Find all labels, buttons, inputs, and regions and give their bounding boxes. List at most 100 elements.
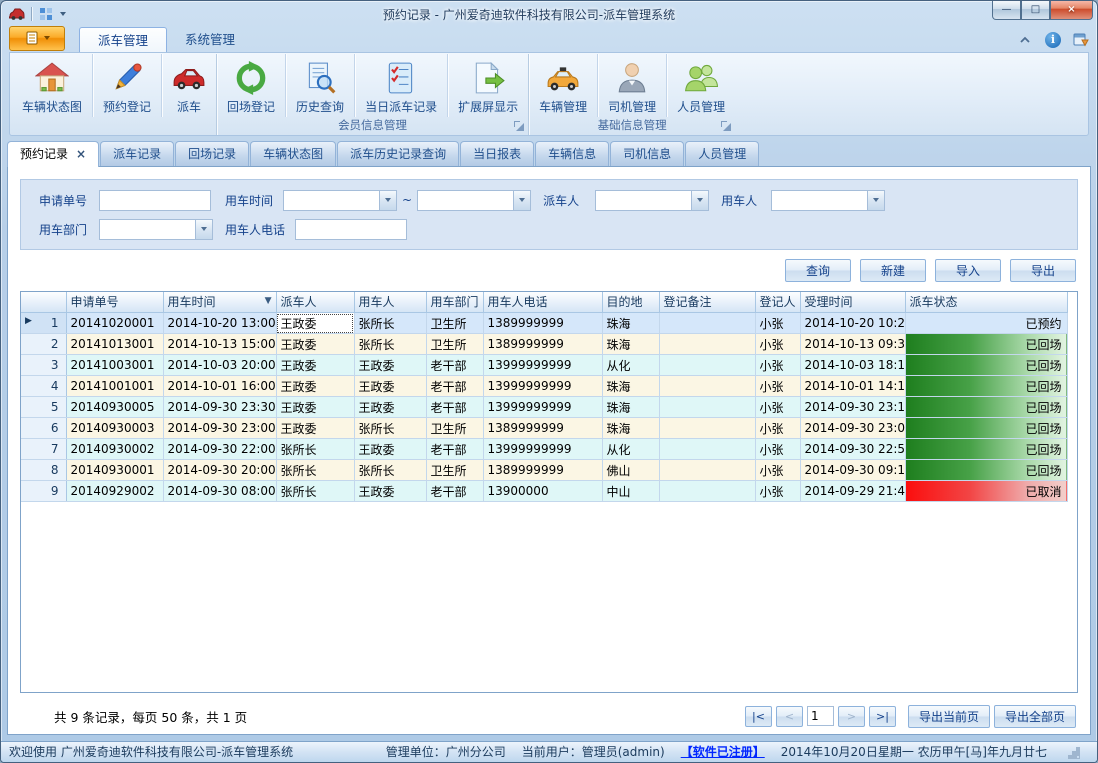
document-tab[interactable]: 派车历史记录查询	[337, 141, 459, 166]
dialog-launcher-icon[interactable]	[721, 121, 731, 131]
use-time-to-combo[interactable]	[417, 190, 531, 211]
phone-input[interactable]	[295, 219, 407, 240]
ribbon-button[interactable]: 派车	[161, 54, 216, 117]
table-row[interactable]: 1 20141020001 2014-10-20 13:00 王政委 张所长 卫…	[21, 313, 1067, 334]
status-badge[interactable]: 已回场	[905, 376, 1067, 397]
app-window-icon[interactable]	[1073, 32, 1089, 48]
info-icon[interactable]: i	[1045, 32, 1061, 48]
document-tab[interactable]: 当日报表	[460, 141, 534, 166]
ribbon-group-basic-info: 车辆管理 司机管理 人员管理 基础信息管理	[528, 54, 735, 135]
document-tab[interactable]: 派车记录	[100, 141, 174, 166]
status-badge[interactable]: 已回场	[905, 460, 1067, 481]
application-window: 预约记录 - 广州爱奇迪软件科技有限公司-派车管理系统 — □ × 派车管理系统…	[0, 0, 1098, 763]
document-tab[interactable]: 预约记录×	[7, 141, 99, 167]
dropdown-arrow-icon[interactable]	[691, 191, 708, 210]
column-header[interactable]: 用车人	[354, 292, 426, 313]
ribbon-button[interactable]: 扩展屏显示	[447, 54, 528, 117]
resize-grip-icon[interactable]	[1067, 746, 1079, 758]
next-page-button[interactable]: >	[838, 706, 865, 727]
status-badge[interactable]: 已回场	[905, 439, 1067, 460]
dropdown-arrow-icon[interactable]	[195, 220, 212, 239]
table-row[interactable]: 4 20141001001 2014-10-01 16:00 王政委 王政委 老…	[21, 376, 1067, 397]
page-number-input[interactable]	[807, 706, 834, 726]
dispatcher-combo[interactable]	[595, 190, 709, 211]
column-header[interactable]: 派车状态	[905, 292, 1067, 313]
table-row[interactable]: 5 20140930005 2014-09-30 23:30 王政委 王政委 老…	[21, 397, 1067, 418]
export-current-page-button[interactable]: 导出当前页	[908, 705, 990, 728]
column-header[interactable]: 用车部门	[426, 292, 483, 313]
table-row[interactable]: 7 20140930002 2014-09-30 22:00 张所长 王政委 老…	[21, 439, 1067, 460]
ribbon-tab[interactable]: 系统管理	[167, 27, 253, 52]
use-time-from-combo[interactable]	[283, 190, 397, 211]
column-header[interactable]: 目的地	[602, 292, 659, 313]
column-header[interactable]	[21, 292, 66, 313]
query-button[interactable]: 查询	[785, 259, 851, 282]
column-header[interactable]: 受理时间	[800, 292, 905, 313]
ribbon-button[interactable]: 回场登记	[217, 54, 285, 117]
document-tab[interactable]: 回场记录	[175, 141, 249, 166]
column-header[interactable]: 登记人	[755, 292, 800, 313]
pencil-icon	[110, 61, 144, 95]
dept-label: 用车部门	[39, 221, 99, 238]
new-button[interactable]: 新建	[860, 259, 926, 282]
export-button[interactable]: 导出	[1010, 259, 1076, 282]
selected-row-marker-icon	[25, 316, 32, 326]
status-badge[interactable]: 已取消	[905, 481, 1067, 502]
table-row[interactable]: 2 20141013001 2014-10-13 15:00 王政委 张所长 卫…	[21, 334, 1067, 355]
ribbon-button[interactable]: 历史查询	[285, 54, 354, 117]
close-button[interactable]: ×	[1050, 1, 1093, 20]
table-row[interactable]: 6 20140930003 2014-09-30 23:00 王政委 张所长 卫…	[21, 418, 1067, 439]
table-row[interactable]: 3 20141003001 2014-10-03 20:00 王政委 王政委 老…	[21, 355, 1067, 376]
ribbon-button[interactable]: 预约登记	[92, 54, 161, 117]
table-row[interactable]: 9 20140929002 2014-09-30 08:00 张所长 王政委 老…	[21, 481, 1067, 502]
table-row[interactable]: 8 20140930001 2014-09-30 20:00 张所长 张所长 卫…	[21, 460, 1067, 481]
document-tab[interactable]: 车辆状态图	[250, 141, 336, 166]
order-no-input[interactable]	[99, 190, 211, 211]
column-header[interactable]: 派车人	[276, 292, 354, 313]
records-grid: 申请单号用车时间▼派车人用车人用车部门用车人电话目的地登记备注登记人受理时间派车…	[20, 291, 1078, 693]
taxi-icon	[546, 61, 580, 95]
import-button[interactable]: 导入	[935, 259, 1001, 282]
ribbon-group-label	[12, 117, 216, 135]
column-header[interactable]: 登记备注	[659, 292, 755, 313]
license-status-link[interactable]: 【软件已注册】	[681, 743, 765, 760]
layout-grid-icon[interactable]	[38, 6, 54, 22]
column-header[interactable]: 用车人电话	[483, 292, 602, 313]
document-tab[interactable]: 人员管理	[685, 141, 759, 166]
status-badge[interactable]: 已回场	[905, 397, 1067, 418]
ribbon-button[interactable]: 车辆管理	[529, 54, 597, 117]
last-page-button[interactable]: >|	[869, 706, 896, 727]
ribbon-group-label: 基础信息管理	[598, 118, 667, 132]
dialog-launcher-icon[interactable]	[514, 121, 524, 131]
document-tab[interactable]: 车辆信息	[535, 141, 609, 166]
dropdown-arrow-icon[interactable]	[513, 191, 530, 210]
car-user-combo[interactable]	[771, 190, 885, 211]
filter-panel: 申请单号 用车时间 ~ 派车人 用车人 用车部门 用车人电话	[20, 179, 1078, 250]
ribbon-button[interactable]: 车辆状态图	[12, 54, 92, 117]
column-header[interactable]: 申请单号	[66, 292, 163, 313]
prev-page-button[interactable]: <	[776, 706, 803, 727]
ribbon-group-member-info: 回场登记 历史查询 当日派车记录 扩展屏显示	[216, 54, 528, 135]
divider	[31, 7, 32, 21]
dropdown-arrow-icon[interactable]	[867, 191, 884, 210]
ribbon-button[interactable]: 司机管理	[597, 54, 666, 117]
dropdown-arrow-icon[interactable]	[379, 191, 396, 210]
dept-combo[interactable]	[99, 219, 213, 240]
collapse-ribbon-icon[interactable]	[1017, 32, 1033, 48]
first-page-button[interactable]: |<	[745, 706, 772, 727]
application-menu-button[interactable]	[9, 26, 65, 51]
document-tab[interactable]: 司机信息	[610, 141, 684, 166]
status-badge[interactable]: 已回场	[905, 355, 1067, 376]
close-tab-icon[interactable]: ×	[76, 147, 86, 161]
export-all-pages-button[interactable]: 导出全部页	[994, 705, 1076, 728]
status-badge[interactable]: 已回场	[905, 418, 1067, 439]
ribbon-tab[interactable]: 派车管理	[79, 27, 167, 52]
column-header[interactable]: 用车时间▼	[163, 292, 276, 313]
window-title: 预约记录 - 广州爱奇迪软件科技有限公司-派车管理系统	[66, 6, 992, 23]
status-badge[interactable]: 已预约	[905, 313, 1067, 334]
status-badge[interactable]: 已回场	[905, 334, 1067, 355]
ribbon-button[interactable]: 当日派车记录	[354, 54, 447, 117]
maximize-button[interactable]: □	[1021, 1, 1050, 20]
minimize-button[interactable]: —	[992, 1, 1021, 20]
ribbon-button[interactable]: 人员管理	[666, 54, 735, 117]
